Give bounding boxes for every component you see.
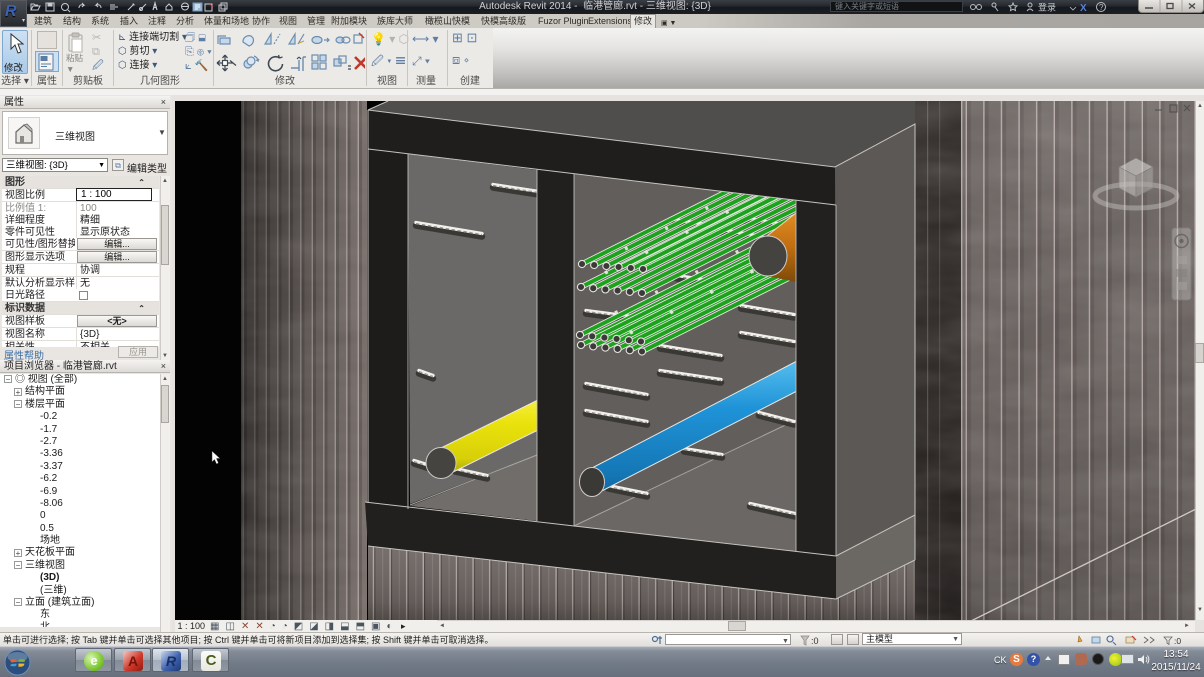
- svg-text:X: X: [1080, 3, 1087, 13]
- svg-text:?: ?: [1099, 3, 1104, 12]
- svg-text::0: :0: [1174, 636, 1181, 646]
- svg-text::0: :0: [811, 636, 819, 646]
- svg-text:登录: 登录: [1038, 3, 1056, 13]
